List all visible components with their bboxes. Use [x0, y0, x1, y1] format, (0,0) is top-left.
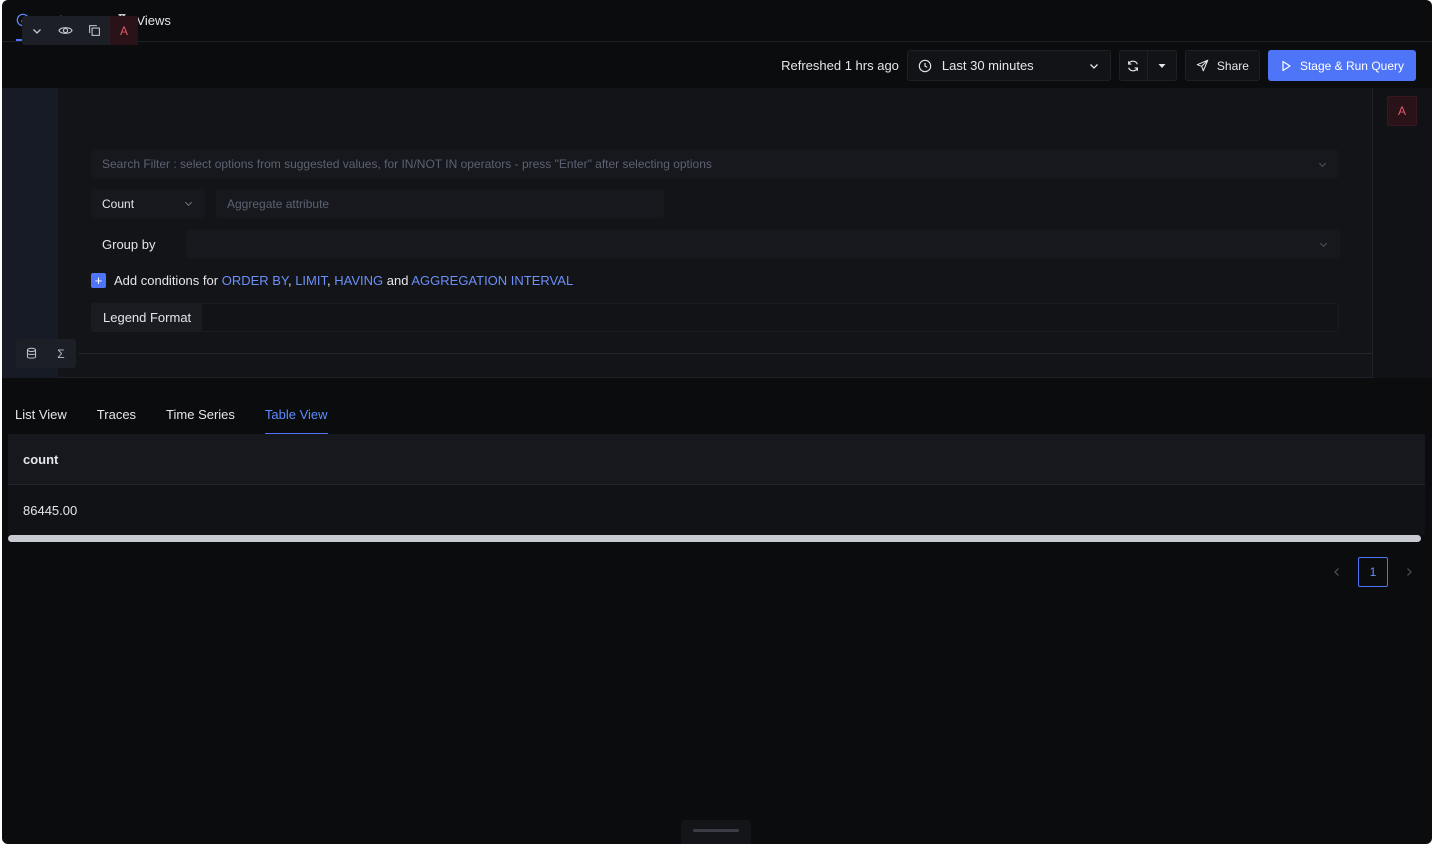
- query-left-strip: [2, 88, 58, 378]
- search-filter-placeholder: Search Filter : select options from sugg…: [102, 157, 712, 171]
- chevron-down-icon: [183, 198, 194, 209]
- results-table: count 86445.00: [8, 434, 1425, 535]
- eye-icon: [58, 23, 73, 38]
- tab-traces[interactable]: Traces: [97, 394, 136, 435]
- refresh-button-group: [1118, 50, 1177, 81]
- add-formula-button[interactable]: Σ: [46, 339, 76, 368]
- chevron-left-icon: [1334, 568, 1339, 576]
- search-filter-input[interactable]: Search Filter : select options from sugg…: [91, 150, 1339, 178]
- column-header-count[interactable]: count: [23, 452, 58, 467]
- copy-icon: [88, 24, 101, 37]
- chevron-right-icon: [1407, 568, 1412, 576]
- add-conditions-row[interactable]: + Add conditions for ORDER BY, LIMIT, HA…: [91, 273, 573, 288]
- refreshed-text: Refreshed 1 hrs ago: [781, 58, 899, 73]
- separator: ,: [287, 273, 292, 288]
- query-toolbar: Refreshed 1 hrs ago Last 30 minutes Shar…: [781, 50, 1416, 81]
- run-label: Stage & Run Query: [1299, 58, 1404, 73]
- next-page-button[interactable]: [1398, 558, 1420, 587]
- group-by-select[interactable]: [186, 230, 1340, 258]
- table-header: count: [8, 434, 1425, 485]
- and-text: and: [386, 273, 409, 288]
- having-link[interactable]: HAVING: [334, 273, 383, 288]
- pagination: 1: [1326, 557, 1420, 587]
- group-by-label: Group by: [102, 237, 156, 252]
- time-range-select[interactable]: Last 30 minutes: [906, 50, 1111, 81]
- time-range-value: Last 30 minutes: [941, 58, 1034, 73]
- sigma-icon: Σ: [57, 346, 65, 361]
- query-letter-shortcut[interactable]: A: [1387, 96, 1417, 126]
- aggregate-attribute-input[interactable]: Aggregate attribute: [216, 189, 664, 218]
- aggregate-attribute-placeholder: Aggregate attribute: [227, 196, 330, 211]
- tab-time-series[interactable]: Time Series: [166, 394, 235, 435]
- chevron-down-icon: [31, 25, 43, 37]
- horizontal-scrollbar[interactable]: [8, 535, 1421, 542]
- tab-views-label: Views: [136, 12, 171, 28]
- database-icon: [25, 347, 38, 360]
- stage-run-query-button[interactable]: Stage & Run Query: [1267, 50, 1416, 81]
- refresh-button[interactable]: [1118, 50, 1148, 81]
- aggregate-operator-value: Count: [102, 196, 135, 211]
- query-header-controls: A: [22, 16, 138, 45]
- query-footer-controls: Σ: [16, 339, 76, 368]
- separator: ,: [326, 273, 331, 288]
- panel-resize-handle[interactable]: [681, 820, 751, 844]
- refresh-icon: [1126, 59, 1140, 73]
- top-nav: Explorer Views: [2, 0, 1432, 42]
- toggle-visibility-button[interactable]: [51, 16, 80, 45]
- tab-list-view[interactable]: List View: [15, 394, 67, 435]
- result-view-tabs: List View Traces Time Series Table View: [15, 394, 328, 435]
- aggregation-interval-link[interactable]: AGGREGATION INTERVAL: [411, 273, 573, 288]
- legend-format-label: Legend Format: [92, 304, 203, 331]
- query-letter-badge[interactable]: A: [109, 16, 138, 45]
- share-label: Share: [1216, 58, 1249, 73]
- query-right-column: [1372, 88, 1432, 378]
- chevron-down-icon: [1088, 60, 1100, 72]
- limit-link[interactable]: LIMIT: [295, 273, 327, 288]
- query-divider: [78, 353, 1372, 354]
- refresh-interval-dropdown[interactable]: [1147, 50, 1177, 81]
- aggregate-operator-select[interactable]: Count: [91, 189, 205, 218]
- app-window: Explorer Views Refreshed 1 hrs ago Last …: [2, 0, 1432, 844]
- caret-down-icon: [1157, 61, 1167, 71]
- play-icon: [1280, 60, 1292, 72]
- table-cell: 86445.00: [23, 502, 78, 518]
- duplicate-query-button[interactable]: [80, 16, 109, 45]
- add-conditions-prefix: Add conditions for: [114, 273, 219, 288]
- add-conditions-text: Add conditions for ORDER BY, LIMIT, HAVI…: [114, 273, 573, 288]
- collapse-query-button[interactable]: [22, 16, 51, 45]
- order-by-link[interactable]: ORDER BY: [222, 273, 288, 288]
- send-icon: [1196, 59, 1209, 72]
- tab-table-view[interactable]: Table View: [264, 394, 328, 435]
- plus-icon[interactable]: +: [91, 273, 106, 288]
- share-button[interactable]: Share: [1184, 50, 1260, 81]
- prev-page-button[interactable]: [1326, 558, 1348, 587]
- add-query-button[interactable]: [16, 339, 46, 368]
- legend-format-input[interactable]: Legend Format: [91, 303, 1339, 332]
- chevron-down-icon: [1318, 239, 1329, 250]
- clock-icon: [918, 59, 932, 73]
- chevron-down-icon: [1317, 159, 1328, 170]
- table-row: 86445.00: [8, 485, 1425, 535]
- page-number-button[interactable]: 1: [1358, 557, 1388, 587]
